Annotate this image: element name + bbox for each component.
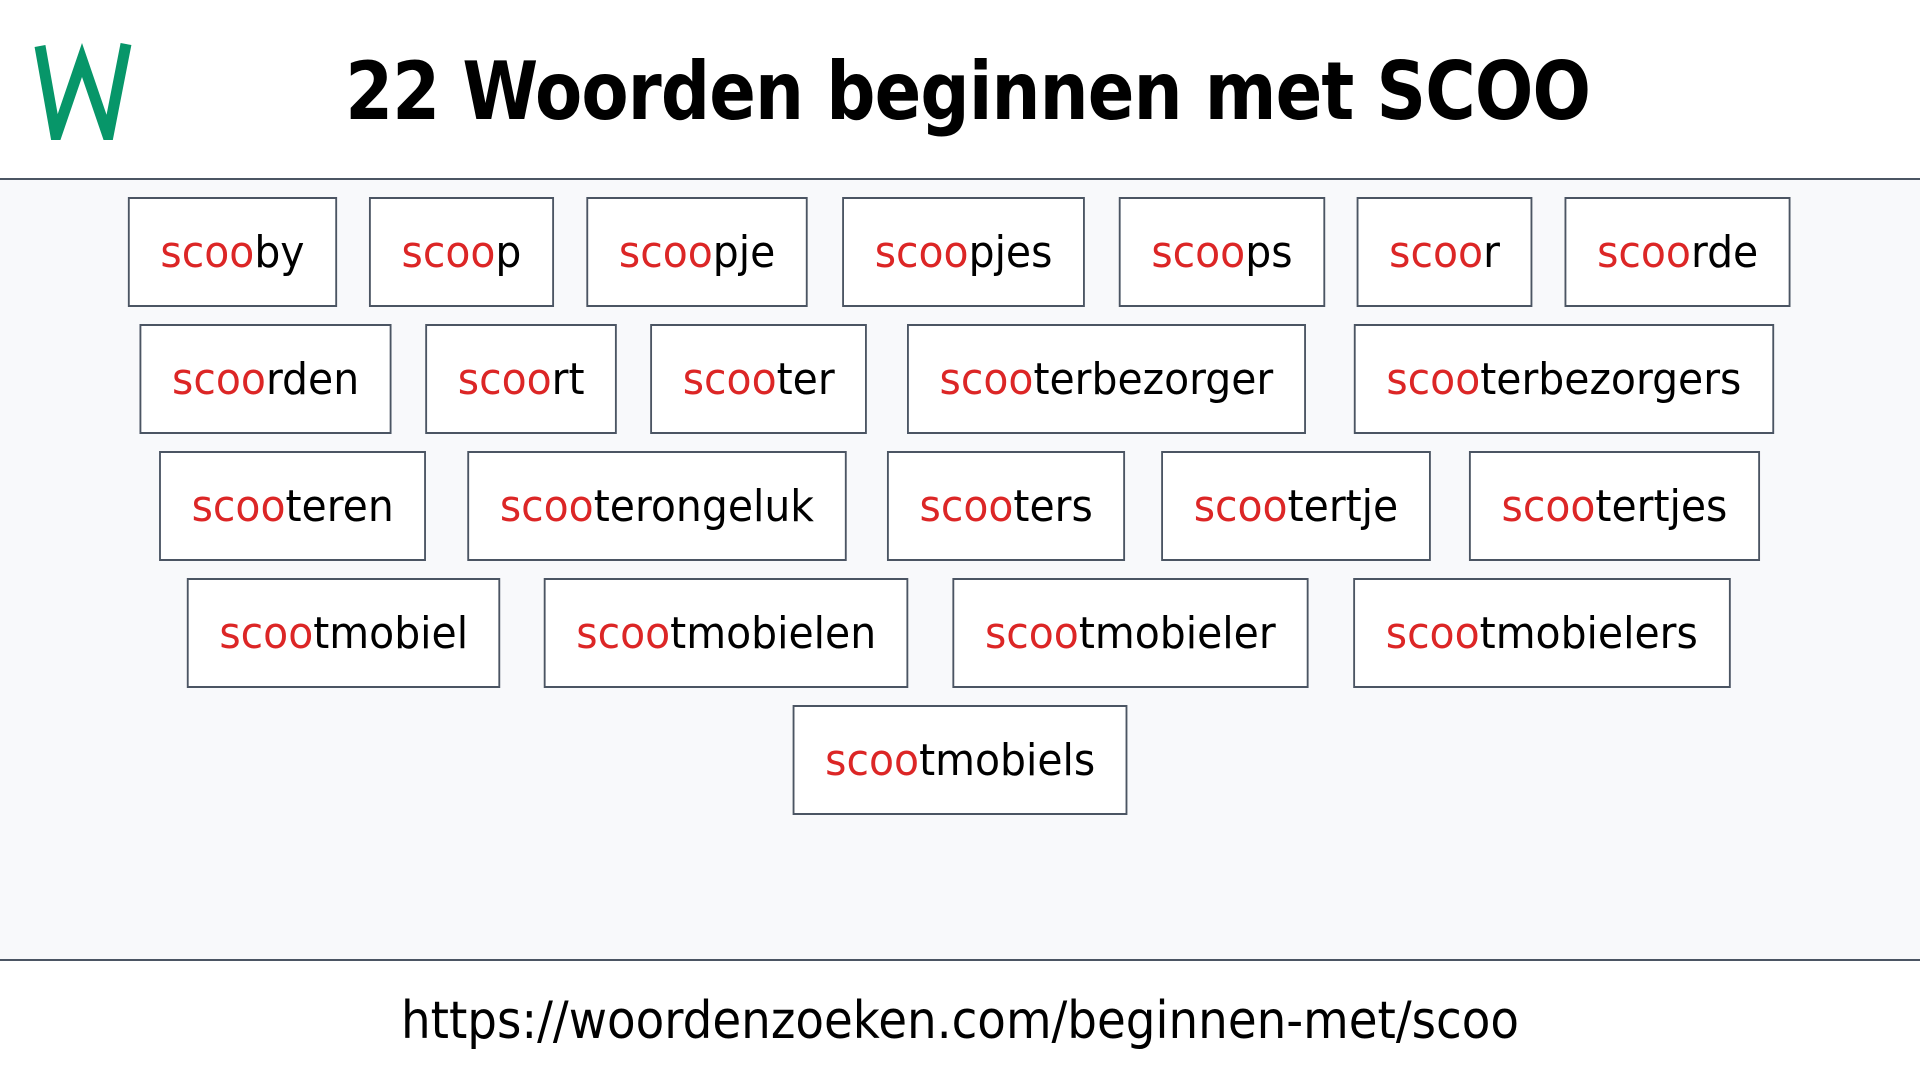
word-row: scoo tmobiel scoo tmobielen scoo tmobieler sco… [0,578,1920,688]
word-link[interactable]: scoo ter [649,324,867,434]
word-suffix: rt [552,353,585,405]
footer-url[interactable]: https://woordenzoeken.com/beginnen-met/s… [96,989,1824,1053]
word-suffix: terongeluk [593,480,815,532]
word-link[interactable]: scoo rt [425,324,618,434]
word-prefix: scoo [500,480,594,532]
word-link[interactable]: scoo ters [887,451,1126,561]
word-prefix: scoo [576,607,671,659]
word-link[interactable]: scoo ps [1119,197,1326,307]
word-prefix: scoo [682,353,777,405]
word-link[interactable]: scoo tertje [1161,451,1432,561]
word-suffix: rde [1691,226,1759,278]
word-prefix: scoo [619,226,713,278]
word-link[interactable]: scoo tmobielen [543,578,909,688]
word-link[interactable]: scoo rden [139,324,392,434]
word-suffix: tmobieler [1079,607,1277,659]
word-prefix: scoo [875,226,969,278]
word-prefix: scoo [458,353,553,405]
word-suffix: terbezorger [1033,353,1274,405]
word-prefix: scoo [1151,226,1246,278]
word-link[interactable]: scoo tmobiels [792,705,1128,815]
header: 22 Woorden beginnen met SCOO [0,0,1920,179]
word-link[interactable]: scoo terongeluk [467,451,847,561]
page-title: 22 Woorden beginnen met SCOO [345,45,1591,138]
word-link[interactable]: scoo tmobieler [952,578,1309,688]
word-suffix: tmobiels [918,734,1096,786]
word-suffix: pje [712,226,776,278]
word-suffix: tertjes [1595,480,1728,532]
word-suffix: ter [776,353,835,405]
word-link[interactable]: scoo tertjes [1469,451,1761,561]
word-prefix: scoo [160,226,255,278]
word-row: scoo rden scoo rt scoo ter scoo terbezorger scoo… [0,324,1920,434]
word-suffix: ters [1013,480,1093,532]
word-row: scoo tmobiels [0,705,1920,815]
word-prefix: scoo [824,734,919,786]
word-prefix: scoo [985,607,1080,659]
word-link[interactable]: scoo terbezorgers [1353,324,1774,434]
word-link[interactable]: scoo p [369,197,555,307]
word-row: scoo by scoo p scoo pje scoo pjes scoo ps scoo r sco… [0,197,1920,307]
word-link[interactable]: scoo by [128,197,338,307]
word-prefix: scoo [191,480,286,532]
word-suffix: r [1483,226,1501,278]
word-prefix: scoo [919,480,1014,532]
word-prefix: scoo [1386,353,1481,405]
word-prefix: scoo [939,353,1034,405]
word-link[interactable]: scoo tmobielers [1353,578,1731,688]
footer: https://woordenzoeken.com/beginnen-met/s… [0,961,1920,1080]
word-prefix: scoo [1194,480,1288,532]
word-rows: scoo by scoo p scoo pje scoo pjes scoo ps scoo r sco… [0,197,1920,832]
word-suffix: ps [1245,226,1293,278]
word-suffix: tmobielen [670,607,877,659]
word-suffix: tmobielers [1479,607,1698,659]
word-suffix: teren [285,480,394,532]
word-list: scoo by scoo p scoo pje scoo pjes scoo ps scoo r sco… [0,180,1920,959]
word-row: scoo teren scoo terongeluk scoo ters scoo tertj… [0,451,1920,561]
word-link[interactable]: scoo terbezorger [907,324,1306,434]
word-link[interactable]: scoo tmobiel [187,578,502,688]
word-prefix: scoo [401,226,496,278]
word-suffix: rden [266,353,360,405]
word-link[interactable]: scoo pje [586,197,809,307]
word-link[interactable]: scoo teren [158,451,427,561]
word-prefix: scoo [1597,226,1692,278]
word-suffix: pjes [968,226,1053,278]
word-prefix: scoo [1385,607,1480,659]
word-suffix: tertje [1287,480,1399,532]
word-prefix: scoo [172,353,267,405]
word-link[interactable]: scoo pjes [842,197,1086,307]
word-suffix: p [495,226,522,278]
word-prefix: scoo [219,607,314,659]
word-link[interactable]: scoo rde [1564,197,1792,307]
word-suffix: tmobiel [313,607,469,659]
word-prefix: scoo [1389,226,1484,278]
word-link[interactable]: scoo r [1356,197,1533,307]
word-prefix: scoo [1501,480,1596,532]
word-suffix: by [254,226,305,278]
word-suffix: terbezorgers [1480,353,1742,405]
